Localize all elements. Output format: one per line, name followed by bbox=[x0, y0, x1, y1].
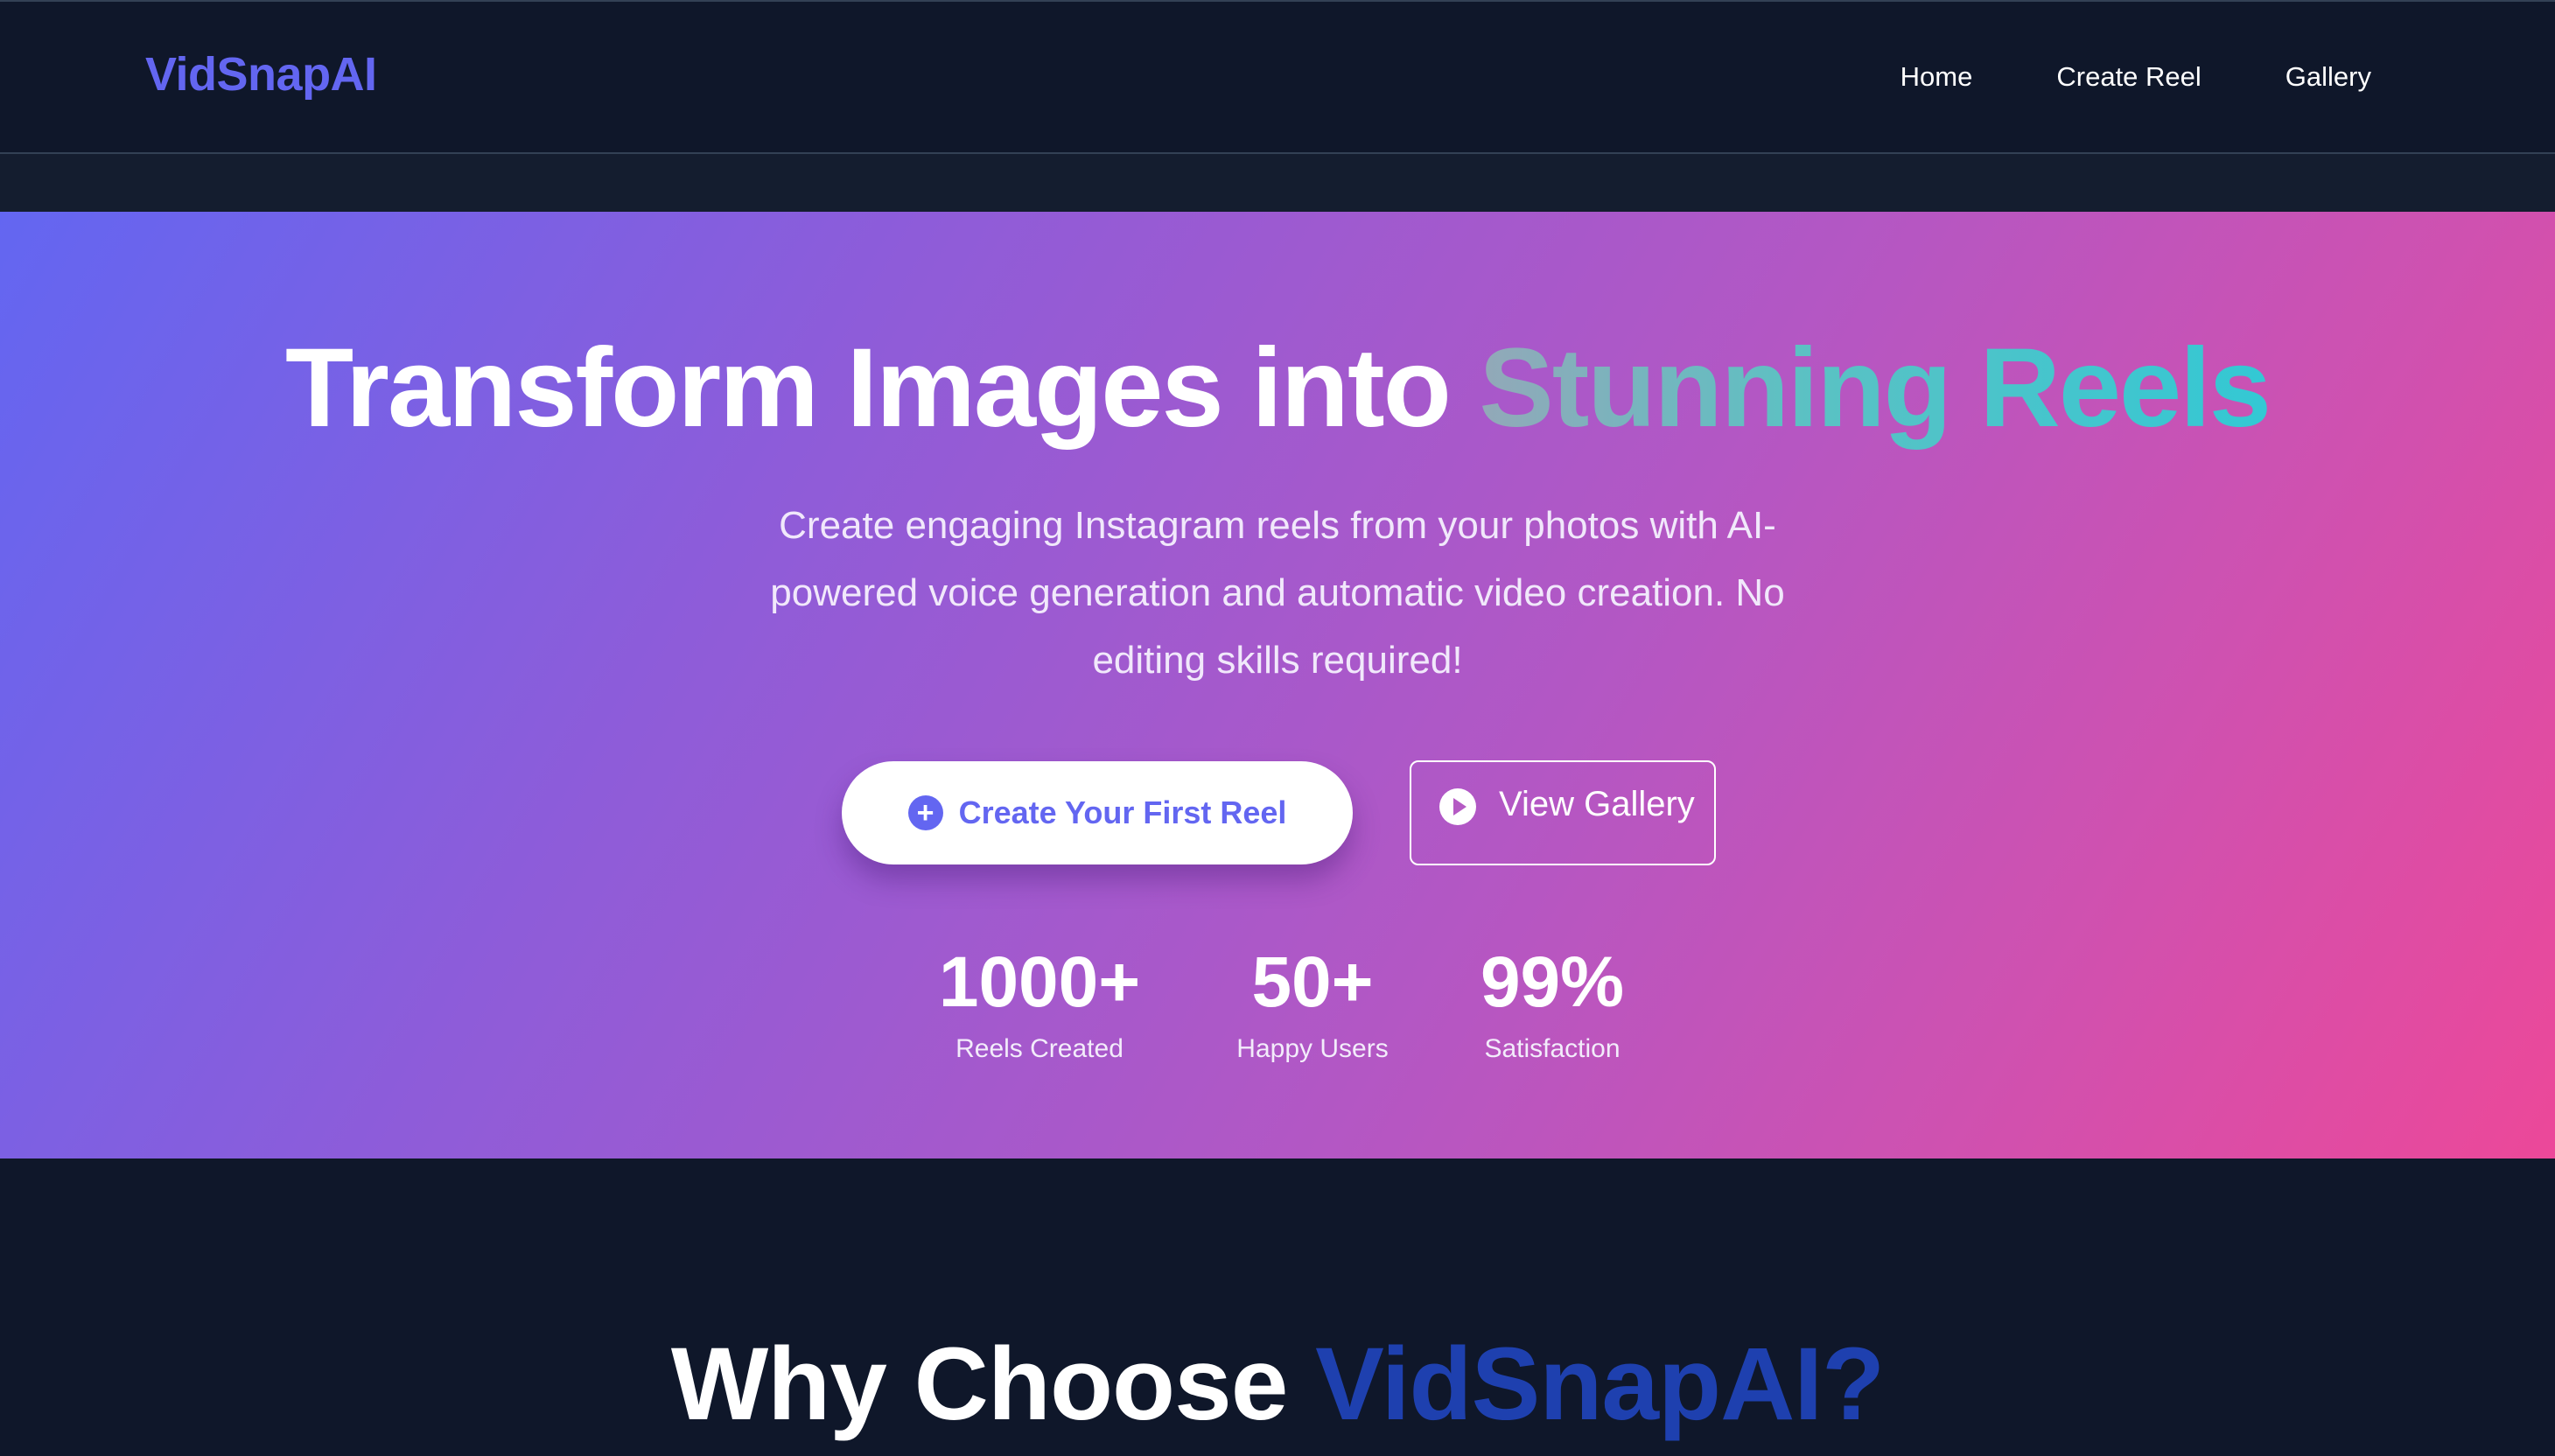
create-first-reel-button[interactable]: + Create Your First Reel bbox=[842, 761, 1353, 864]
stat-value: 50+ bbox=[1251, 942, 1374, 1022]
logo[interactable]: VidSnapAI bbox=[145, 47, 377, 102]
navbar: VidSnapAI Home Create Reel Gallery bbox=[0, 2, 2555, 154]
plus-circle-icon: + bbox=[907, 795, 943, 830]
view-gallery-label: View Gallery bbox=[1499, 785, 1695, 823]
create-first-reel-label: Create Your First Reel bbox=[958, 794, 1287, 830]
stat-label: Reels Created bbox=[956, 1034, 1124, 1063]
hero-subtitle: Create engaging Instagram reels from you… bbox=[770, 504, 1785, 682]
stat-satisfaction: 99% Satisfaction bbox=[1444, 947, 1661, 1064]
stat-value: 99% bbox=[1480, 942, 1625, 1022]
stat-label: Happy Users bbox=[1236, 1034, 1389, 1063]
hero-section: Transform Images into Stunning Reels Cre… bbox=[0, 212, 2555, 1158]
nav-spacer-bar bbox=[0, 154, 2555, 212]
hero-title-main: Transform Images into bbox=[285, 326, 1480, 451]
play-circle-icon bbox=[1439, 788, 1476, 825]
hero-title-accent: Stunning Reels bbox=[1479, 326, 2272, 451]
why-choose-heading: Why Choose VidSnapAI? bbox=[0, 1326, 2555, 1445]
view-gallery-button[interactable]: View Gallery bbox=[1410, 760, 1716, 865]
nav-links: Home Create Reel Gallery bbox=[1900, 61, 2371, 93]
hero-title: Transform Images into Stunning Reels bbox=[0, 324, 2555, 452]
stat-reels-created: 1000+ Reels Created bbox=[908, 947, 1171, 1064]
nav-link-home[interactable]: Home bbox=[1900, 61, 1973, 93]
nav-link-gallery[interactable]: Gallery bbox=[2286, 61, 2371, 93]
stat-label: Satisfaction bbox=[1484, 1034, 1620, 1063]
why-title-accent: VidSnapAI? bbox=[1315, 1326, 1885, 1442]
stat-value: 1000+ bbox=[938, 942, 1141, 1022]
nav-link-create-reel[interactable]: Create Reel bbox=[2056, 61, 2201, 93]
why-title-main: Why Choose bbox=[670, 1326, 1316, 1442]
stat-happy-users: 50+ Happy Users bbox=[1199, 947, 1426, 1064]
